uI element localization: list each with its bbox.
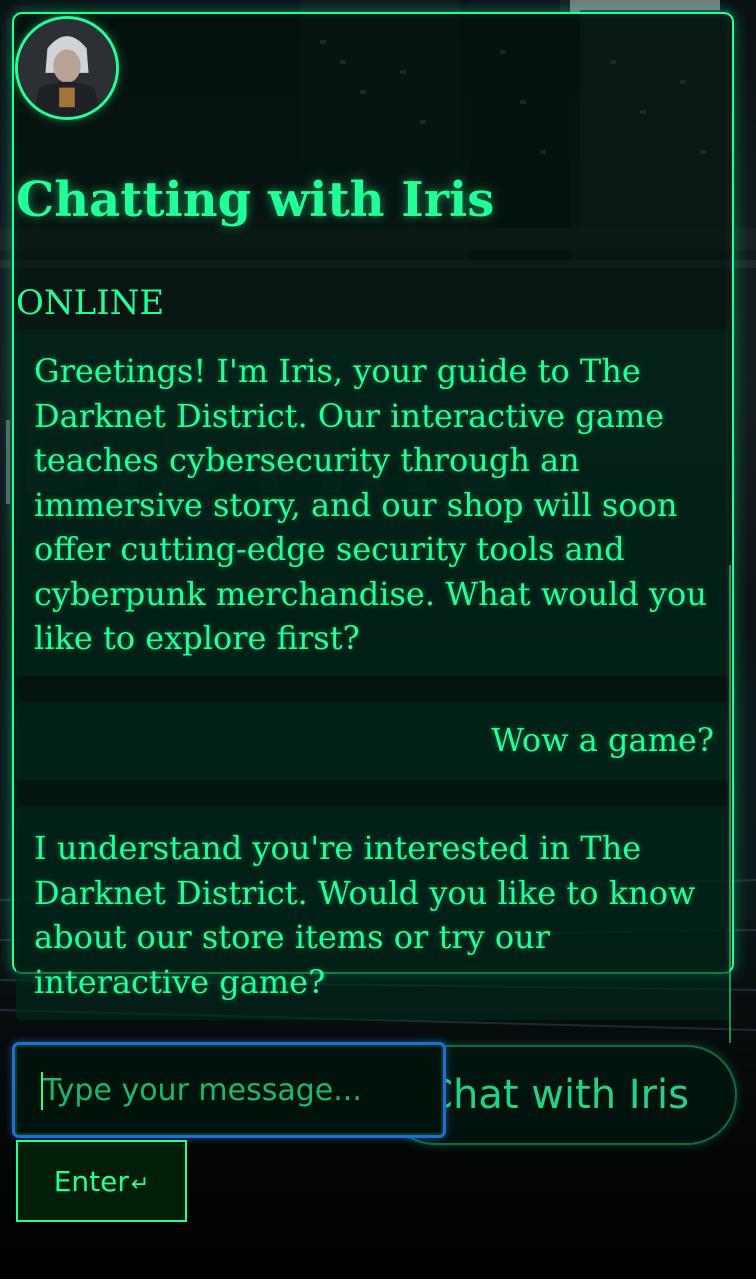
iris-avatar-icon bbox=[15, 16, 119, 120]
bot-message: I understand you're interested in The Da… bbox=[16, 806, 730, 1020]
enter-label: Enter bbox=[53, 1165, 129, 1198]
text-caret bbox=[41, 1072, 43, 1110]
message-text: I understand you're interested in The Da… bbox=[34, 829, 696, 1001]
user-message: Wow a game? bbox=[16, 702, 730, 780]
message-text: Wow a game? bbox=[491, 721, 714, 759]
message-text: Greetings! I'm Iris, your guide to The D… bbox=[34, 352, 707, 657]
bot-message: Greetings! I'm Iris, your guide to The D… bbox=[16, 330, 730, 676]
scrollbar-track[interactable] bbox=[729, 565, 731, 1043]
enter-icon: ↵ bbox=[130, 1172, 150, 1197]
online-status: ONLINE bbox=[16, 283, 165, 323]
avatar-portrait bbox=[18, 19, 116, 117]
message-input[interactable] bbox=[12, 1042, 446, 1138]
enter-button[interactable]: Enter↵ bbox=[16, 1140, 187, 1222]
page-title: Chatting with Iris bbox=[16, 172, 495, 228]
